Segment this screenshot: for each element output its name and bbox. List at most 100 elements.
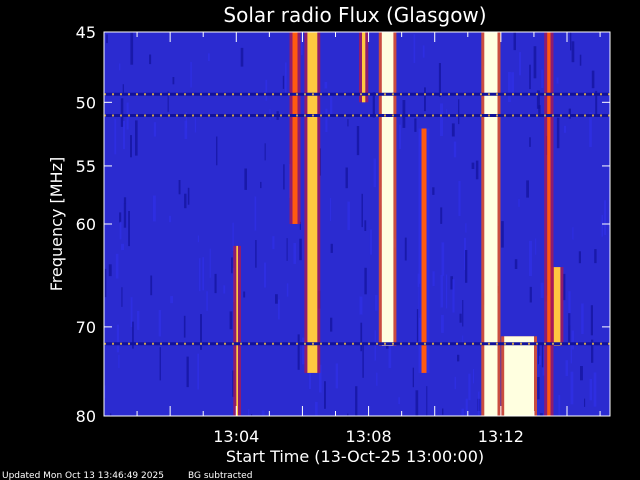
noise-streak	[172, 77, 175, 85]
noise-streak	[121, 287, 123, 307]
noise-streak	[216, 136, 218, 166]
noise-streak	[130, 135, 132, 158]
noise-streak	[445, 274, 448, 309]
noise-streak	[372, 92, 375, 118]
y-tick-label: 80	[76, 407, 96, 426]
x-tick-label: 13:04	[213, 427, 259, 446]
x-axis-label: Start Time (13-Oct-25 13:00:00)	[226, 447, 484, 466]
noise-streak	[465, 223, 467, 233]
noise-streak	[589, 112, 592, 147]
noise-streak	[119, 63, 121, 71]
noise-streak	[519, 52, 521, 76]
noise-streak	[563, 125, 567, 133]
noise-streak	[359, 296, 363, 315]
noise-streak	[286, 283, 289, 297]
y-axis-label: Frequency [MHz]	[47, 157, 66, 291]
noise-streak	[297, 334, 300, 370]
noise-streak	[453, 141, 457, 158]
noise-streak	[104, 268, 107, 298]
noise-streak	[594, 249, 597, 264]
noise-streak	[471, 162, 475, 169]
noise-streak	[119, 221, 122, 240]
noise-streak	[108, 264, 112, 277]
noise-streak	[330, 317, 333, 332]
noise-streak	[518, 198, 520, 207]
noise-streak	[589, 378, 593, 401]
noise-streak	[285, 62, 287, 95]
noise-streak	[183, 315, 186, 338]
noise-streak	[404, 237, 407, 261]
noise-streak	[441, 314, 444, 333]
noise-streak	[184, 193, 187, 209]
noise-streak	[282, 75, 285, 89]
emission-feature	[484, 32, 498, 416]
noise-streak	[308, 372, 311, 390]
noise-streak	[278, 299, 280, 320]
x-tick-label: 13:08	[346, 427, 392, 446]
emission-feature	[553, 267, 561, 346]
noise-streak	[194, 116, 197, 133]
noise-streak	[579, 54, 582, 66]
noise-streak	[399, 124, 401, 149]
noise-streak	[362, 344, 364, 378]
noise-streak	[581, 303, 584, 334]
noise-streak	[315, 401, 318, 416]
noise-streak	[590, 305, 593, 336]
noise-streak	[159, 347, 161, 381]
noise-streak	[556, 77, 559, 84]
noise-streak	[558, 395, 561, 416]
noise-streak	[190, 62, 192, 88]
noise-streak	[402, 100, 406, 128]
noise-streak	[572, 227, 574, 240]
noise-streak	[272, 236, 275, 250]
noise-streak	[457, 354, 460, 362]
noise-streak	[422, 45, 425, 58]
noise-streak	[264, 143, 266, 161]
noise-streak	[116, 324, 119, 353]
noise-streak	[571, 330, 575, 350]
noise-streak	[137, 311, 140, 330]
noise-streak	[440, 207, 443, 224]
noise-streak	[122, 84, 124, 94]
noise-streak	[568, 108, 571, 119]
noise-streak	[376, 372, 378, 386]
noise-streak	[465, 250, 468, 283]
noise-streak	[184, 120, 188, 139]
emission-feature	[381, 32, 394, 346]
noise-streak	[438, 63, 441, 97]
noise-streak	[265, 79, 268, 101]
noise-streak	[255, 240, 257, 268]
noise-streak	[540, 282, 544, 298]
emission-feature	[504, 336, 534, 416]
noise-streak	[123, 197, 127, 204]
noise-streak	[452, 279, 455, 313]
noise-streak	[330, 198, 332, 222]
noise-streak	[150, 275, 153, 296]
noise-streak	[244, 168, 247, 190]
emission-feature	[292, 32, 298, 224]
noise-streak	[345, 167, 348, 189]
noise-streak	[398, 397, 400, 405]
updated-timestamp: Updated Mon Oct 13 13:46:49 2025	[2, 471, 164, 480]
noise-streak	[570, 371, 574, 405]
noise-streak	[601, 215, 604, 237]
noise-streak	[432, 187, 435, 195]
noise-streak	[229, 311, 233, 330]
noise-streak	[604, 200, 607, 235]
noise-streak	[565, 360, 568, 377]
noise-streak	[275, 294, 278, 304]
spectrogram-chart: Solar radio Flux (Glasgow) 455055607080 …	[2, 3, 611, 480]
noise-streak	[571, 41, 575, 63]
noise-streak	[529, 240, 532, 277]
noise-streak	[214, 273, 217, 294]
noise-streak	[580, 366, 583, 381]
noise-streak	[426, 386, 428, 416]
noise-streak	[123, 203, 127, 228]
noise-streak	[209, 248, 211, 278]
noise-streak	[197, 353, 199, 390]
noise-streak	[361, 193, 363, 228]
noise-streak	[243, 291, 246, 298]
noise-streak	[578, 251, 581, 264]
noise-streak	[335, 363, 338, 389]
noise-streak	[468, 373, 471, 401]
